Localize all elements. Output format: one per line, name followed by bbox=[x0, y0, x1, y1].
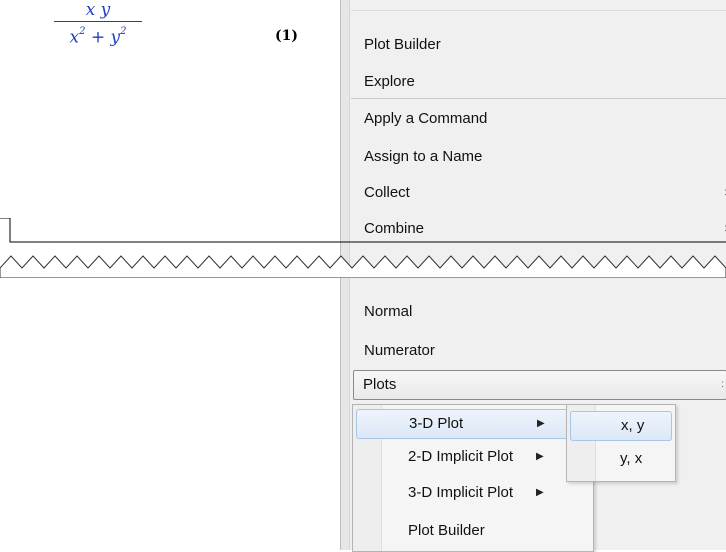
submenu-arrow-icon: ▶ bbox=[536, 487, 544, 498]
menu-item-numerator[interactable]: Numerator bbox=[353, 336, 435, 366]
variable-order-submenu: x, y y, x bbox=[566, 404, 676, 482]
page-tear-divider bbox=[0, 218, 726, 278]
menu-item-plots[interactable]: Plots: bbox=[353, 370, 726, 400]
submenu-item-3d-implicit-plot[interactable]: 3-D Implicit Plot ▶ bbox=[356, 479, 574, 507]
submenu-item-2d-implicit-plot[interactable]: 2-D Implicit Plot ▶ bbox=[356, 443, 574, 471]
numerator: x y bbox=[85, 0, 111, 20]
submenu-arrow-icon: : bbox=[721, 379, 724, 390]
menu-item-normal[interactable]: Normal bbox=[353, 297, 412, 327]
plots-submenu: 3-D Plot ▶ 2-D Implicit Plot ▶ 3-D Implici… bbox=[352, 404, 594, 552]
menu-separator bbox=[351, 98, 726, 99]
menu-item-apply-a-command[interactable]: Apply a Command bbox=[353, 104, 487, 134]
submenu-arrow-icon: ▶ bbox=[536, 451, 544, 462]
submenu-item-3d-plot[interactable]: 3-D Plot ▶ bbox=[356, 409, 576, 439]
submenu-item-plot-builder[interactable]: Plot Builder bbox=[356, 517, 574, 545]
menu-separator bbox=[351, 10, 726, 11]
menu-item-collect[interactable]: Collect: bbox=[353, 178, 726, 208]
fraction-bar bbox=[54, 21, 142, 22]
expression-output: x y x2 + y2 bbox=[40, 0, 160, 70]
menu-item-assign-to-a-name[interactable]: Assign to a Name bbox=[353, 142, 482, 172]
equation-label: (1) bbox=[275, 28, 298, 44]
submenu-item-y-x[interactable]: y, x bbox=[570, 445, 670, 473]
menu-item-plot-builder[interactable]: Plot Builder bbox=[353, 30, 441, 60]
submenu-arrow-icon: ▶ bbox=[537, 418, 545, 429]
submenu-item-x-y[interactable]: x, y bbox=[570, 411, 672, 441]
menu-item-explore[interactable]: Explore bbox=[353, 67, 415, 97]
denominator: x2 + y2 bbox=[69, 26, 127, 48]
fraction: x y x2 + y2 bbox=[48, 0, 148, 48]
